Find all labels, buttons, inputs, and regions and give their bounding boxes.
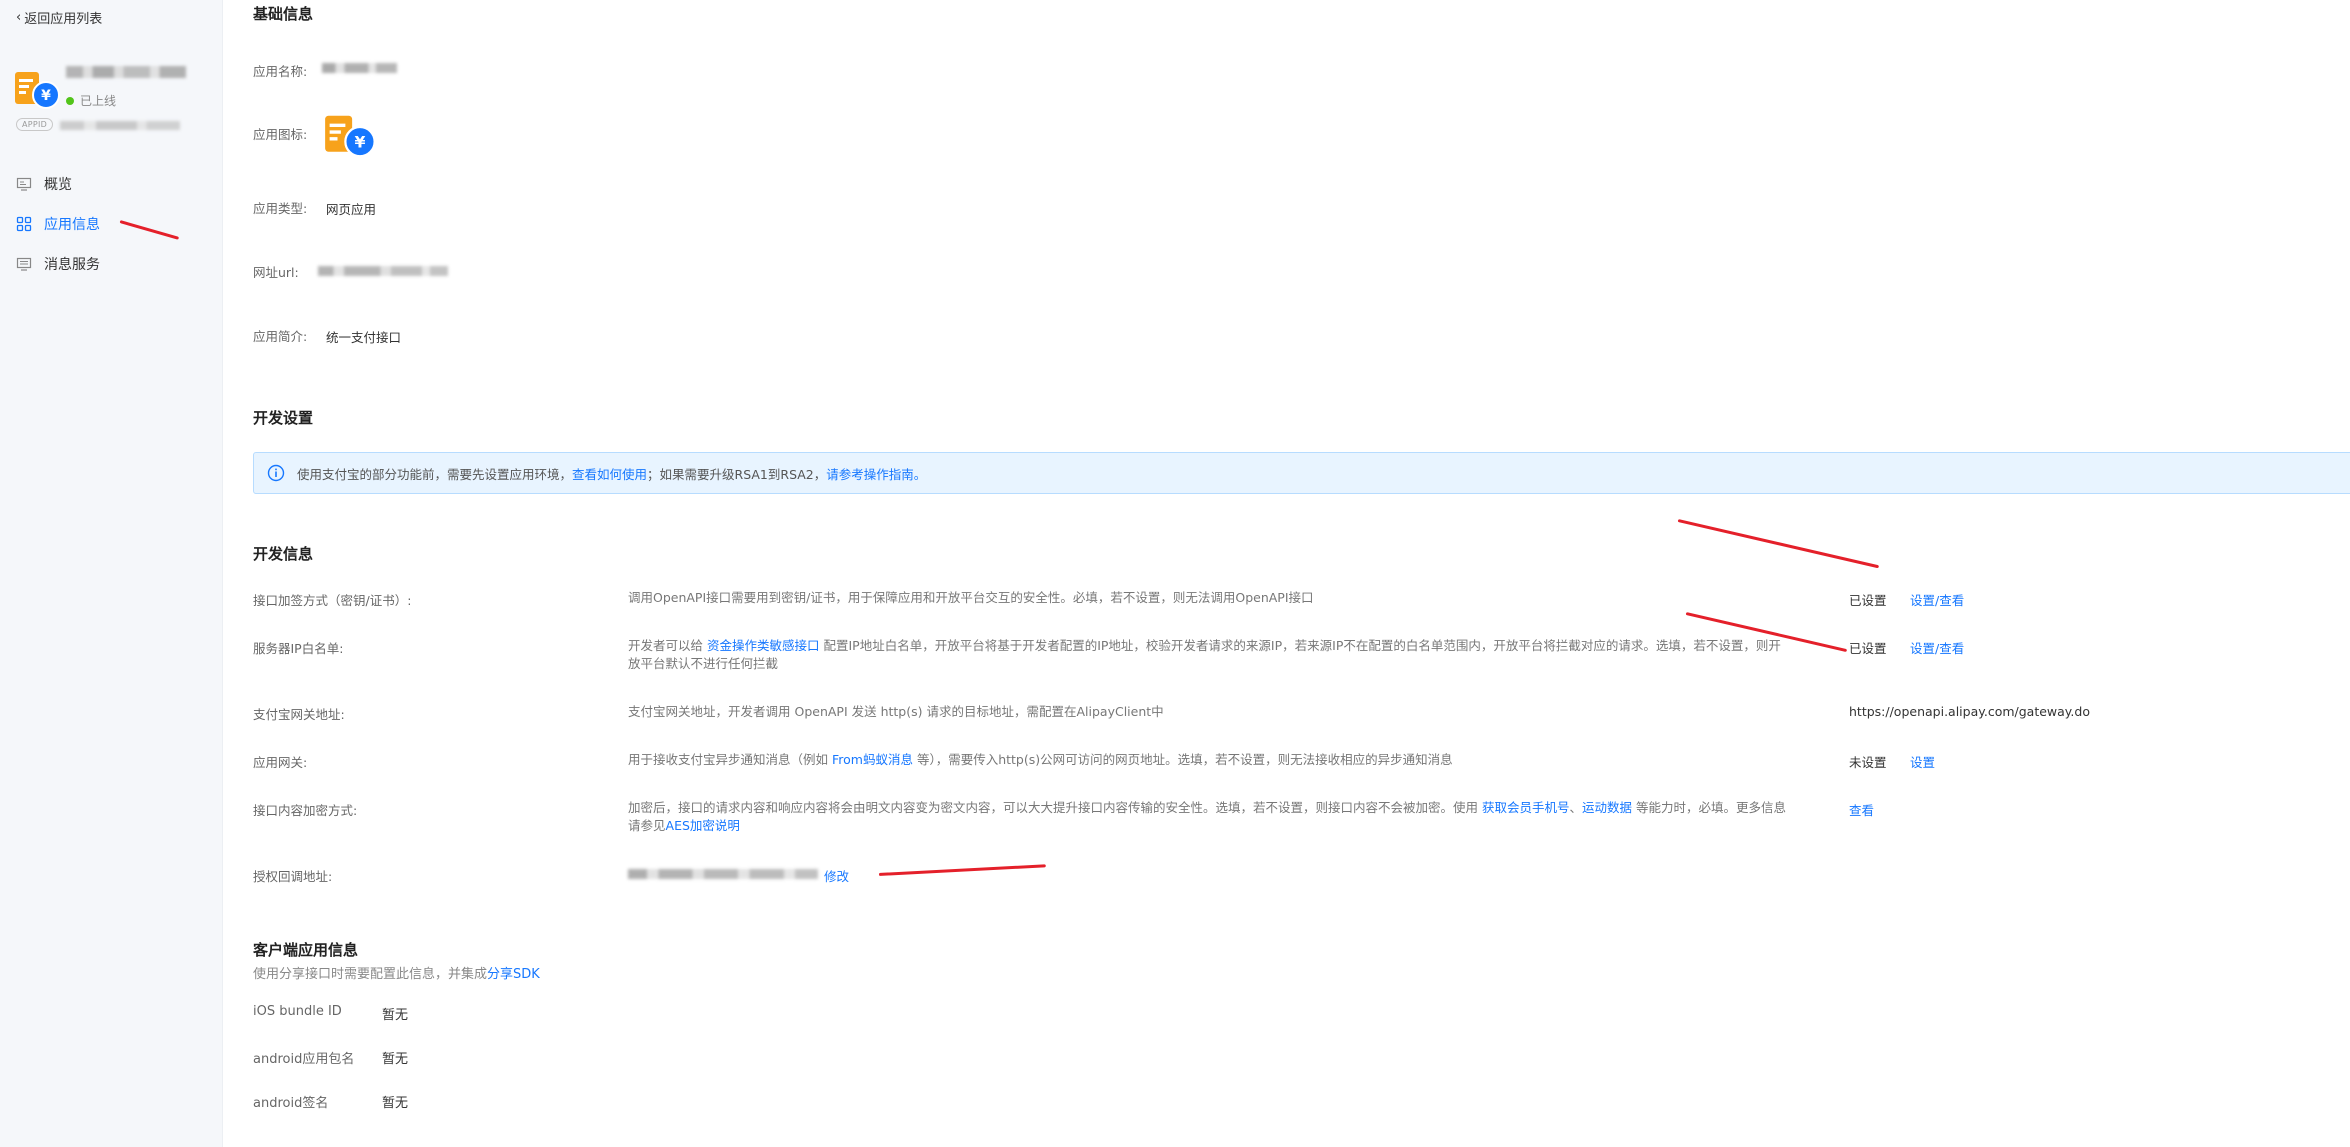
banner-text-mid: ；如果需要升级RSA1到RSA2， [647, 466, 827, 482]
auth-callback-label: 授权回调地址: [253, 869, 333, 884]
alipay-gateway-value: https://openapi.alipay.com/gateway.do [1849, 704, 2090, 719]
app-gateway-setup-link[interactable]: 设置 [1910, 752, 1935, 771]
how-to-use-link[interactable]: 查看如何使用 [572, 464, 647, 483]
sport-data-link[interactable]: 运动数据 [1582, 800, 1632, 815]
app-gateway-desc-pre: 用于接收支付宝异步通知消息（例如 [628, 752, 832, 767]
back-link-label: 返回应用列表 [24, 12, 103, 27]
appid-tag: APPID [16, 118, 54, 131]
sidebar-item-label: 消息服务 [44, 257, 100, 273]
app-type-label: 应用类型: [253, 201, 308, 216]
app-status: 已上线 [66, 92, 116, 109]
content-encryption-desc: 加密后，接口的请求内容和响应内容将会由明文内容变为密文内容，可以大大提升接口内容… [628, 799, 1788, 835]
ip-whitelist-setup-link[interactable]: 设置/查看 [1910, 638, 1964, 657]
appid-value-redacted [60, 121, 180, 130]
android-package-value: 暂无 [382, 1052, 409, 1067]
member-phone-link[interactable]: 获取会员手机号 [1482, 800, 1570, 815]
sidebar-item-app-info[interactable]: 应用信息 [0, 204, 222, 244]
url-value-redacted [318, 266, 448, 276]
back-to-app-list-link[interactable]: ‹ 返回应用列表 [16, 8, 102, 27]
ip-whitelist-status: 已设置 [1849, 641, 1887, 656]
ip-whitelist-desc: 开发者可以给 资金操作类敏感接口 配置IP地址白名单，开放平台将基于开发者配置的… [628, 637, 1788, 673]
url-label: 网址url: [253, 265, 299, 280]
sidebar: ‹ 返回应用列表 ¥ 已上线 APPID 概览 应用信息 消息服务 [0, 0, 223, 1147]
client-info-title: 客户端应用信息 [253, 941, 359, 959]
signing-method-label: 接口加签方式（密钥/证书）: [253, 593, 412, 608]
chevron-left-icon: ‹ [16, 10, 22, 25]
signing-method-setup-link[interactable]: 设置/查看 [1910, 590, 1964, 609]
sidebar-item-label: 概览 [44, 177, 72, 193]
dev-settings-title: 开发设置 [253, 409, 314, 427]
app-intro-label: 应用简介: [253, 329, 308, 344]
app-gateway-desc-post: 等），需要传入http(s)公网可访问的网页地址。选填，若不设置，则无法接收相应… [912, 752, 1453, 767]
auth-callback-edit-link[interactable]: 修改 [824, 866, 849, 885]
app-gateway-status: 未设置 [1849, 755, 1887, 770]
app-name-redacted [66, 66, 186, 78]
grid-icon [16, 216, 32, 232]
android-package-label: android应用包名 [253, 1052, 355, 1067]
dev-info-title: 开发信息 [253, 545, 314, 563]
encryption-desc-sep: 、 [1569, 800, 1583, 815]
operation-guide-link[interactable]: 请参考操作指南。 [826, 464, 926, 483]
sidebar-item-message-service[interactable]: 消息服务 [0, 244, 222, 284]
content-encryption-view-link[interactable]: 查看 [1849, 800, 1874, 819]
message-icon [16, 256, 32, 272]
sidebar-item-label: 应用信息 [44, 217, 100, 233]
auth-callback-value-redacted [628, 869, 818, 879]
sensitive-api-link[interactable]: 资金操作类敏感接口 [707, 638, 820, 653]
ant-message-link[interactable]: From蚂蚁消息 [832, 752, 913, 767]
android-signature-value: 暂无 [382, 1096, 409, 1111]
svg-text:¥: ¥ [41, 88, 51, 104]
aes-guide-link[interactable]: AES加密说明 [666, 818, 740, 833]
app-icon-image: ¥ [325, 115, 376, 158]
android-signature-label: android签名 [253, 1096, 329, 1111]
app-gateway-label: 应用网关: [253, 755, 308, 770]
app-intro-value: 统一支付接口 [326, 330, 402, 345]
alipay-gateway-desc: 支付宝网关地址，开发者调用 OpenAPI 发送 http(s) 请求的目标地址… [628, 704, 1164, 719]
app-name-value-redacted [322, 63, 397, 73]
app-gateway-desc: 用于接收支付宝异步通知消息（例如 From蚂蚁消息 等），需要传入http(s)… [628, 751, 1788, 769]
basic-info-title: 基础信息 [253, 5, 314, 23]
status-label: 已上线 [80, 94, 117, 108]
banner-text-pre: 使用支付宝的部分功能前，需要先设置应用环境， [297, 466, 573, 482]
main-content: 基础信息 应用名称: 应用图标: ¥ 应用类型: 网页应用 网址url: 应用简… [222, 0, 2350, 1147]
encryption-desc-pre: 加密后，接口的请求内容和响应内容将会由明文内容变为密文内容，可以大大提升接口内容… [628, 800, 1482, 815]
ios-bundle-id-value: 暂无 [382, 1008, 409, 1023]
info-banner: 使用支付宝的部分功能前，需要先设置应用环境， 查看如何使用 ；如果需要升级RSA… [253, 452, 2350, 494]
ip-whitelist-label: 服务器IP白名单: [253, 641, 344, 656]
app-type-value: 网页应用 [326, 202, 377, 217]
content-encryption-label: 接口内容加密方式: [253, 803, 358, 818]
status-dot-icon [66, 96, 74, 105]
monitor-icon [16, 176, 32, 192]
share-sdk-link[interactable]: 分享SDK [487, 967, 540, 982]
ip-whitelist-desc-pre: 开发者可以给 [628, 638, 707, 653]
app-logo-icon: ¥ [15, 72, 60, 109]
svg-text:¥: ¥ [355, 132, 366, 151]
client-desc-pre: 使用分享接口时需要配置此信息，并集成 [253, 967, 488, 982]
sidebar-nav: 概览 应用信息 消息服务 [0, 164, 222, 284]
info-icon [267, 464, 285, 482]
alipay-gateway-label: 支付宝网关地址: [253, 707, 345, 722]
app-icon-label: 应用图标: [253, 127, 308, 142]
sidebar-item-overview[interactable]: 概览 [0, 164, 222, 204]
signing-method-desc: 调用OpenAPI接口需要用到密钥/证书，用于保障应用和开放平台交互的安全性。必… [628, 590, 1314, 605]
app-name-label: 应用名称: [253, 64, 308, 79]
client-info-desc: 使用分享接口时需要配置此信息，并集成分享SDK [253, 963, 540, 982]
signing-method-status: 已设置 [1849, 593, 1887, 608]
ios-bundle-id-label: iOS bundle ID [253, 1004, 342, 1019]
